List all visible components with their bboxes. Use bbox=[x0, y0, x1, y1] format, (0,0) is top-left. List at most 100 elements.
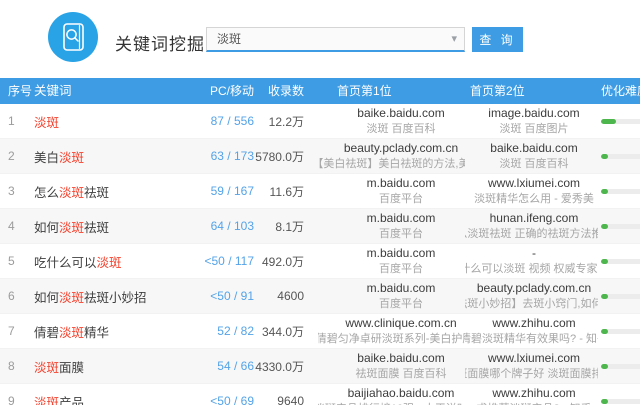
difficulty-bar-fill bbox=[601, 154, 608, 159]
table-row: 7 倩碧淡斑精华 52 / 82 344.0万 www.clinique.com… bbox=[0, 314, 640, 349]
serp-second-domain[interactable]: www.lxiumei.com bbox=[488, 176, 580, 190]
serp-second-domain[interactable]: beauty.pclady.com.cn bbox=[477, 281, 591, 295]
difficulty-cell bbox=[598, 104, 640, 138]
top-bar: 关键词挖掘 ▾ 查 询 bbox=[0, 0, 640, 78]
serp-second-domain[interactable]: hunan.ifeng.com bbox=[490, 211, 579, 225]
serp-second-title: 【祛斑小妙招】去斑小窍门,如何淡... bbox=[465, 297, 598, 311]
difficulty-bar-fill bbox=[601, 224, 608, 229]
table-row: 1 淡斑 87 / 556 12.2万 baike.baidu.com 淡斑 百… bbox=[0, 104, 640, 139]
serp-second-title: 淡斑 百度百科 bbox=[499, 157, 568, 171]
serp-first-site: www.clinique.com.cn 倩碧匀净卓研淡斑系列-美白护肤-... bbox=[318, 314, 465, 348]
col-header-index: 序号 bbox=[0, 78, 34, 104]
col-header-pc-mobile: PC/移动 bbox=[204, 78, 254, 104]
serp-second-title: 吃什么可以淡斑 视频 权威专家解说 bbox=[465, 262, 598, 276]
keyword-link[interactable]: 淡斑产品 bbox=[34, 384, 204, 405]
table-row: 6 如何淡斑祛斑小妙招 <50 / 91 4600 m.baidu.com 百度… bbox=[0, 279, 640, 314]
serp-first-site: baike.baidu.com 祛斑面膜 百度百科 bbox=[318, 349, 465, 383]
query-button[interactable]: 查 询 bbox=[472, 27, 523, 52]
serp-first-site: baijiahao.baidu.com 淡斑产品排行榜10强 - 太平洋时尚..… bbox=[318, 384, 465, 405]
page-title: 关键词挖掘 bbox=[115, 30, 205, 55]
pc-mobile-count[interactable]: 87 / 556 bbox=[204, 104, 254, 138]
serp-first-domain[interactable]: m.baidu.com bbox=[367, 246, 436, 260]
serp-second-title: 倩碧淡斑精华有效果吗? - 知乎 bbox=[465, 332, 598, 346]
difficulty-bar-fill bbox=[601, 294, 608, 299]
keyword-mining-page: 关键词挖掘 ▾ 查 询 序号 关键词 PC/移动 收录数 首页第1位 首页第2位… bbox=[0, 0, 640, 405]
keyword-link[interactable]: 如何淡斑祛斑小妙招 bbox=[34, 279, 204, 313]
serp-first-site: m.baidu.com 百度平台 bbox=[318, 209, 465, 243]
serp-second-title: 淡斑 百度图片 bbox=[499, 122, 568, 136]
row-index: 6 bbox=[0, 279, 34, 313]
row-index: 3 bbox=[0, 174, 34, 208]
serp-second-domain[interactable]: www.zhihu.com bbox=[492, 316, 575, 330]
serp-second-domain[interactable]: www.zhihu.com bbox=[492, 386, 575, 400]
pc-mobile-count[interactable]: 59 / 167 bbox=[204, 174, 254, 208]
serp-first-domain[interactable]: m.baidu.com bbox=[367, 281, 436, 295]
col-header-collect: 收录数 bbox=[254, 78, 318, 104]
serp-second-site: beauty.pclady.com.cn 【祛斑小妙招】去斑小窍门,如何淡... bbox=[465, 279, 598, 313]
serp-first-domain[interactable]: m.baidu.com bbox=[367, 211, 436, 225]
collect-count: 5780.0万 bbox=[254, 139, 318, 173]
pc-mobile-count[interactable]: <50 / 69 bbox=[204, 384, 254, 405]
collect-count: 4600 bbox=[254, 279, 318, 313]
keyword-link[interactable]: 倩碧淡斑精华 bbox=[34, 314, 204, 348]
serp-first-title: 百度平台 bbox=[379, 227, 423, 241]
pc-mobile-count[interactable]: 63 / 173 bbox=[204, 139, 254, 173]
keyword-search-box: ▾ bbox=[206, 27, 465, 52]
serp-first-site: m.baidu.com 百度平台 bbox=[318, 244, 465, 278]
collect-count: 11.6万 bbox=[254, 174, 318, 208]
serp-first-site: m.baidu.com 百度平台 bbox=[318, 174, 465, 208]
difficulty-bar bbox=[601, 329, 640, 334]
serp-second-domain[interactable]: image.baidu.com bbox=[488, 106, 579, 120]
difficulty-cell bbox=[598, 384, 640, 405]
serp-first-domain[interactable]: baike.baidu.com bbox=[357, 351, 444, 365]
keyword-tool-logo-icon bbox=[48, 12, 98, 62]
serp-first-site: m.baidu.com 百度平台 bbox=[318, 279, 465, 313]
serp-first-title: 淡斑 百度百科 bbox=[366, 122, 435, 136]
serp-second-title: 淡斑面膜哪个牌子好 淡斑面膜排行... bbox=[465, 367, 598, 381]
pc-mobile-count[interactable]: <50 / 91 bbox=[204, 279, 254, 313]
serp-first-domain[interactable]: m.baidu.com bbox=[367, 176, 436, 190]
difficulty-cell bbox=[598, 349, 640, 383]
serp-first-title: 【美白祛斑】美白祛斑的方法,美白... bbox=[318, 157, 465, 171]
table-row: 2 美白淡斑 63 / 173 5780.0万 beauty.pclady.co… bbox=[0, 139, 640, 174]
keyword-link[interactable]: 美白淡斑 bbox=[34, 139, 204, 173]
collect-count: 9640 bbox=[254, 384, 318, 405]
serp-second-site: www.zhihu.com 求推荐淡斑产品? - 知乎 bbox=[465, 384, 598, 405]
pc-mobile-count[interactable]: <50 / 117 bbox=[204, 244, 254, 278]
difficulty-bar-fill bbox=[601, 399, 608, 404]
serp-second-site: baike.baidu.com 淡斑 百度百科 bbox=[465, 139, 598, 173]
table-header-row: 序号 关键词 PC/移动 收录数 首页第1位 首页第2位 优化难度 bbox=[0, 78, 640, 104]
col-header-difficulty: 优化难度 bbox=[598, 78, 640, 104]
serp-first-site: baike.baidu.com 淡斑 百度百科 bbox=[318, 104, 465, 138]
keyword-link[interactable]: 淡斑面膜 bbox=[34, 349, 204, 383]
serp-first-title: 祛斑面膜 百度百科 bbox=[355, 367, 446, 381]
serp-second-domain[interactable]: www.lxiumei.com bbox=[488, 351, 580, 365]
pc-mobile-count[interactable]: 64 / 103 bbox=[204, 209, 254, 243]
serp-second-domain[interactable]: - bbox=[532, 246, 536, 260]
serp-first-title: 百度平台 bbox=[379, 262, 423, 276]
keyword-link[interactable]: 吃什么可以淡斑 bbox=[34, 244, 204, 278]
keyword-search-input[interactable] bbox=[207, 28, 464, 50]
serp-first-domain[interactable]: baike.baidu.com bbox=[357, 106, 444, 120]
serp-second-site: image.baidu.com 淡斑 百度图片 bbox=[465, 104, 598, 138]
serp-second-domain[interactable]: baike.baidu.com bbox=[490, 141, 577, 155]
keyword-link[interactable]: 如何淡斑祛斑 bbox=[34, 209, 204, 243]
difficulty-bar bbox=[601, 189, 640, 194]
table-row: 3 怎么淡斑祛斑 59 / 167 11.6万 m.baidu.com 百度平台… bbox=[0, 174, 640, 209]
row-index: 1 bbox=[0, 104, 34, 138]
serp-first-domain[interactable]: beauty.pclady.com.cn bbox=[344, 141, 458, 155]
difficulty-bar bbox=[601, 294, 640, 299]
keyword-results-table: 序号 关键词 PC/移动 收录数 首页第1位 首页第2位 优化难度 1 淡斑 8… bbox=[0, 78, 640, 405]
collect-count: 4330.0万 bbox=[254, 349, 318, 383]
keyword-link[interactable]: 淡斑 bbox=[34, 104, 204, 138]
table-row: 9 淡斑产品 <50 / 69 9640 baijiahao.baidu.com… bbox=[0, 384, 640, 405]
row-index: 5 bbox=[0, 244, 34, 278]
serp-first-domain[interactable]: baijiahao.baidu.com bbox=[348, 386, 455, 400]
keyword-link[interactable]: 怎么淡斑祛斑 bbox=[34, 174, 204, 208]
pc-mobile-count[interactable]: 54 / 66 bbox=[204, 349, 254, 383]
serp-first-domain[interactable]: www.clinique.com.cn bbox=[345, 316, 456, 330]
pc-mobile-count[interactable]: 52 / 82 bbox=[204, 314, 254, 348]
serp-second-site: - 吃什么可以淡斑 视频 权威专家解说 bbox=[465, 244, 598, 278]
serp-first-title: 百度平台 bbox=[379, 297, 423, 311]
difficulty-bar-fill bbox=[601, 329, 608, 334]
